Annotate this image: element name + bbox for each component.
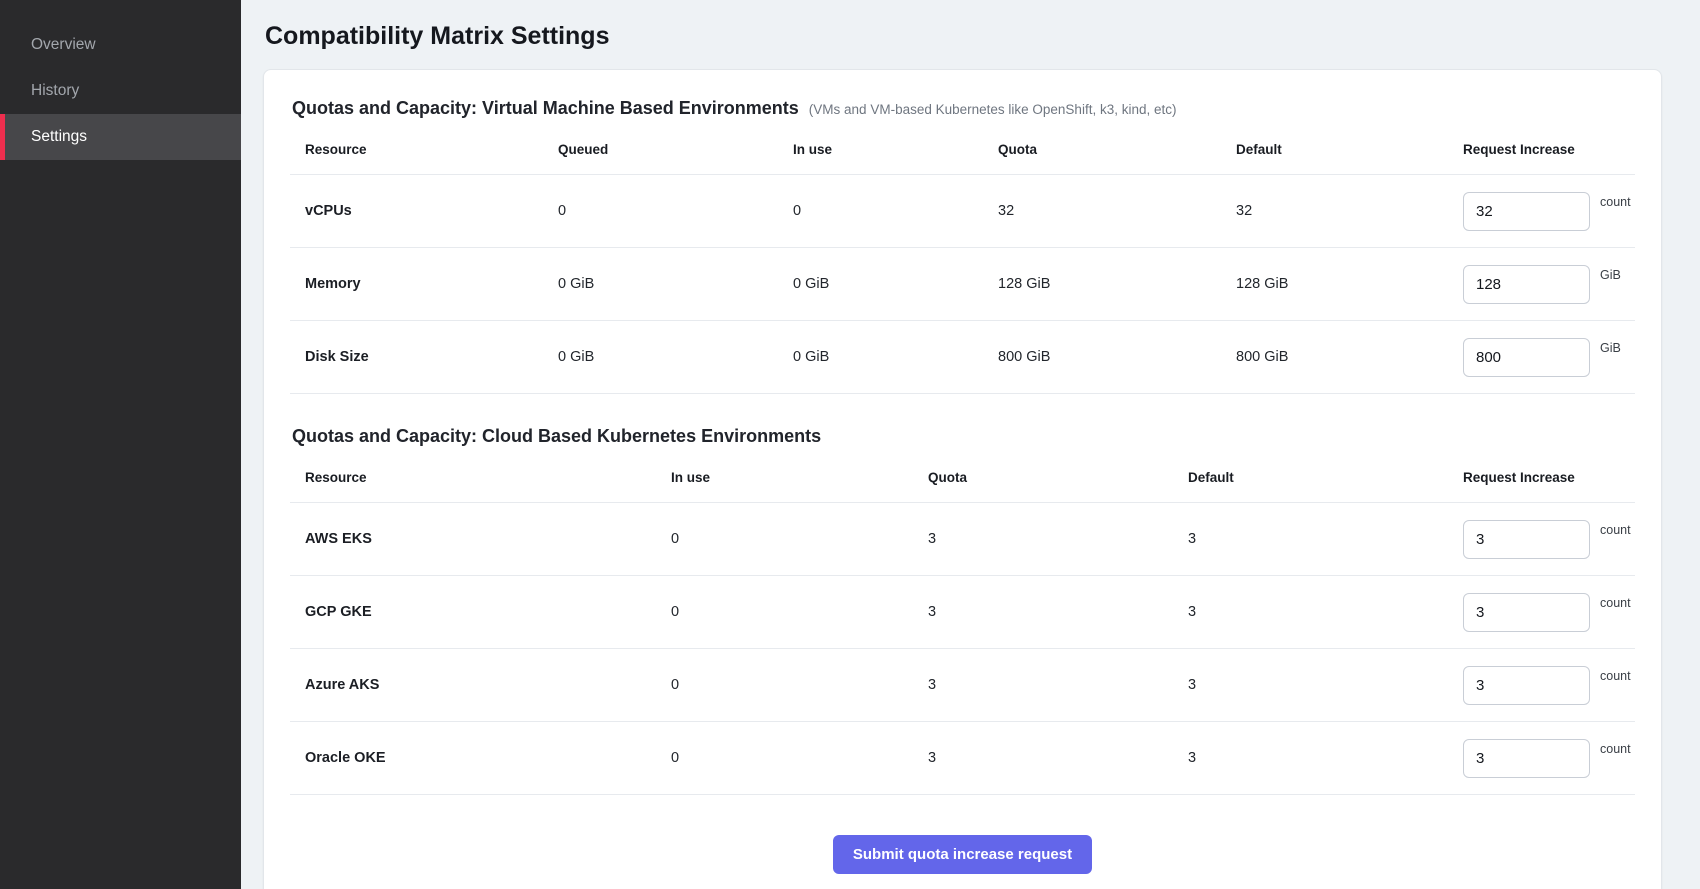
column-header-queued: Queued	[558, 142, 793, 157]
column-header-request-increase: Request Increase	[1463, 470, 1635, 485]
sidebar-item-label: History	[31, 82, 79, 100]
default-value: 3	[1188, 677, 1463, 693]
resource-name: GCP GKE	[290, 604, 671, 620]
quota-value: 32	[998, 203, 1236, 219]
table-row-gcp-gke: GCP GKE 0 3 3 count	[290, 576, 1635, 649]
request-increase-input[interactable]	[1463, 338, 1590, 377]
request-increase-cell: GiB	[1463, 265, 1635, 304]
request-increase-cell: GiB	[1463, 338, 1635, 377]
table-row-aws-eks: AWS EKS 0 3 3 count	[290, 503, 1635, 576]
sidebar-item-overview[interactable]: Overview	[0, 22, 241, 68]
column-header-quota: Quota	[998, 142, 1236, 157]
request-increase-cell: count	[1463, 520, 1635, 559]
default-value: 128 GiB	[1236, 276, 1463, 292]
vm-section-header: Quotas and Capacity: Virtual Machine Bas…	[292, 98, 1635, 119]
quota-value: 3	[928, 531, 1188, 547]
queued-value: 0	[558, 203, 793, 219]
quota-value: 3	[928, 750, 1188, 766]
unit-label: count	[1600, 742, 1631, 756]
quota-value: 128 GiB	[998, 276, 1236, 292]
vm-section-title: Quotas and Capacity: Virtual Machine Bas…	[292, 98, 799, 119]
request-increase-input[interactable]	[1463, 666, 1590, 705]
in-use-value: 0	[671, 604, 928, 620]
in-use-value: 0	[671, 750, 928, 766]
column-header-quota: Quota	[928, 470, 1188, 485]
unit-label: count	[1600, 596, 1631, 610]
column-header-request-increase: Request Increase	[1463, 142, 1635, 157]
settings-card: Quotas and Capacity: Virtual Machine Bas…	[263, 69, 1662, 889]
submit-row: Submit quota increase request	[290, 795, 1635, 874]
in-use-value: 0 GiB	[793, 349, 998, 365]
in-use-value: 0	[671, 677, 928, 693]
sidebar: Overview History Settings	[0, 0, 241, 889]
request-increase-cell: count	[1463, 666, 1635, 705]
request-increase-cell: count	[1463, 593, 1635, 632]
column-header-resource: Resource	[290, 142, 558, 157]
quota-value: 3	[928, 677, 1188, 693]
k8s-table-header: Resource In use Quota Default Request In…	[290, 453, 1635, 503]
k8s-section-title: Quotas and Capacity: Cloud Based Kuberne…	[292, 426, 821, 447]
request-increase-input[interactable]	[1463, 192, 1590, 231]
app-window: Overview History Settings Compatibility …	[0, 0, 1700, 889]
table-row-vcpus: vCPUs 0 0 32 32 count	[290, 175, 1635, 248]
unit-label: count	[1600, 669, 1631, 683]
default-value: 3	[1188, 750, 1463, 766]
request-increase-cell: count	[1463, 739, 1635, 778]
request-increase-input[interactable]	[1463, 265, 1590, 304]
sidebar-item-history[interactable]: History	[0, 68, 241, 114]
resource-name: Memory	[290, 276, 558, 292]
unit-label: GiB	[1600, 268, 1621, 282]
k8s-section-header: Quotas and Capacity: Cloud Based Kuberne…	[292, 426, 1635, 447]
sidebar-item-label: Settings	[31, 128, 87, 146]
request-increase-cell: count	[1463, 192, 1635, 231]
request-increase-input[interactable]	[1463, 739, 1590, 778]
resource-name: Oracle OKE	[290, 750, 671, 766]
table-row-oracle-oke: Oracle OKE 0 3 3 count	[290, 722, 1635, 795]
request-increase-input[interactable]	[1463, 520, 1590, 559]
queued-value: 0 GiB	[558, 276, 793, 292]
quota-value: 800 GiB	[998, 349, 1236, 365]
in-use-value: 0 GiB	[793, 276, 998, 292]
in-use-value: 0	[793, 203, 998, 219]
unit-label: GiB	[1600, 341, 1621, 355]
table-row-disk-size: Disk Size 0 GiB 0 GiB 800 GiB 800 GiB Gi…	[290, 321, 1635, 394]
resource-name: vCPUs	[290, 203, 558, 219]
resource-name: Disk Size	[290, 349, 558, 365]
column-header-resource: Resource	[290, 470, 671, 485]
column-header-default: Default	[1236, 142, 1463, 157]
default-value: 800 GiB	[1236, 349, 1463, 365]
in-use-value: 0	[671, 531, 928, 547]
column-header-in-use: In use	[793, 142, 998, 157]
column-header-in-use: In use	[671, 470, 928, 485]
submit-quota-increase-button[interactable]: Submit quota increase request	[833, 835, 1092, 874]
table-row-memory: Memory 0 GiB 0 GiB 128 GiB 128 GiB GiB	[290, 248, 1635, 321]
sidebar-item-settings[interactable]: Settings	[0, 114, 241, 160]
default-value: 3	[1188, 531, 1463, 547]
resource-name: AWS EKS	[290, 531, 671, 547]
vm-section-subtitle: (VMs and VM-based Kubernetes like OpenSh…	[809, 102, 1177, 117]
table-row-azure-aks: Azure AKS 0 3 3 count	[290, 649, 1635, 722]
unit-label: count	[1600, 523, 1631, 537]
column-header-default: Default	[1188, 470, 1463, 485]
quota-value: 3	[928, 604, 1188, 620]
vm-table-header: Resource Queued In use Quota Default Req…	[290, 125, 1635, 175]
request-increase-input[interactable]	[1463, 593, 1590, 632]
unit-label: count	[1600, 195, 1631, 209]
sidebar-item-label: Overview	[31, 36, 96, 54]
queued-value: 0 GiB	[558, 349, 793, 365]
resource-name: Azure AKS	[290, 677, 671, 693]
default-value: 32	[1236, 203, 1463, 219]
page-title: Compatibility Matrix Settings	[265, 22, 1662, 51]
main-content: Compatibility Matrix Settings Quotas and…	[241, 0, 1700, 889]
default-value: 3	[1188, 604, 1463, 620]
